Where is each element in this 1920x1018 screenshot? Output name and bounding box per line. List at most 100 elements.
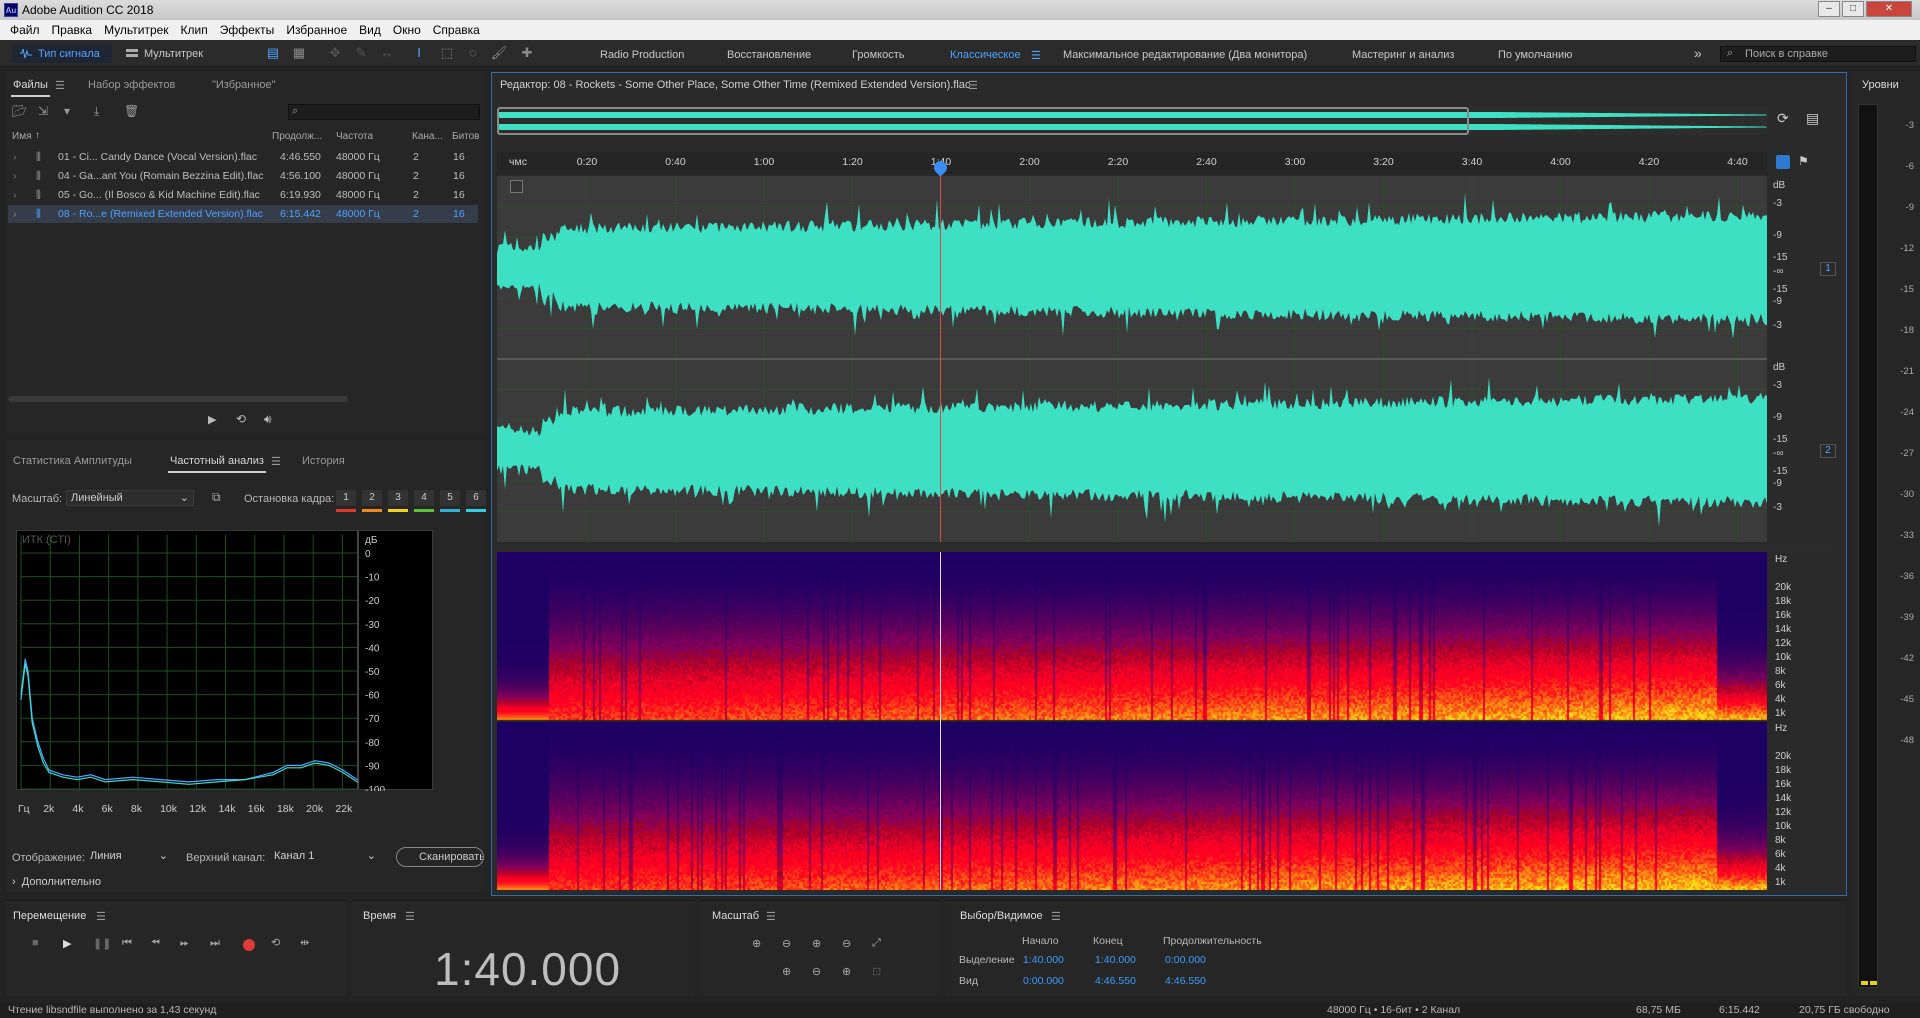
waveform-view-icon[interactable]: ▤ [264, 45, 282, 61]
freeze-graph-icon[interactable]: ⧉ [212, 490, 221, 505]
file-row[interactable]: › ⫼ 04 - Ga...ant You (Romain Bezzina Ed… [8, 167, 478, 185]
more-workspaces-button[interactable]: » [1694, 45, 1702, 61]
zoom-in-point-icon[interactable]: ⊕ [782, 965, 791, 978]
spot-healing-tool-icon[interactable]: ✚ [518, 45, 536, 61]
close-button[interactable]: ✕ [1866, 1, 1912, 17]
zoom-in-amplitude-icon[interactable]: ⊕ [752, 937, 761, 950]
tab-favorites[interactable]: "Избранное" [212, 79, 276, 91]
lasso-tool-icon[interactable]: ◌ [464, 45, 482, 61]
workspace-restoration[interactable]: Восстановление [727, 49, 811, 61]
zoom-in-time-icon[interactable]: ⊕ [812, 937, 821, 950]
col-channels[interactable]: Кана... [412, 131, 443, 142]
selection-menu-icon[interactable]: ☰ [1051, 910, 1061, 923]
play-icon[interactable]: ▶ [63, 937, 71, 950]
col-name[interactable]: Имя [12, 131, 31, 142]
col-duration[interactable]: Продолж... [272, 131, 322, 142]
expand-icon[interactable]: › [13, 151, 17, 163]
marquee-tool-icon[interactable]: ⬚ [438, 45, 456, 61]
editor-menu-icon[interactable]: ☰ [968, 79, 978, 92]
menu-multitrack[interactable]: Мультитрек [98, 23, 174, 37]
skip-to-end-icon[interactable]: ⏭︎ [210, 937, 220, 950]
zoom-selected-channel-icon[interactable]: ⊡ [872, 965, 881, 978]
tab-frequency-analysis[interactable]: Частотный анализ [168, 455, 266, 473]
marker-icon[interactable]: ⚑ [1798, 154, 1809, 168]
menu-edit[interactable]: Правка [46, 23, 99, 37]
workspace-loudness[interactable]: Громкость [852, 49, 904, 61]
time-ruler[interactable]: чмс 0:200:401:001:201:402:002:202:403:00… [497, 152, 1767, 174]
tab-history[interactable]: История [302, 455, 345, 467]
view-start-field[interactable]: 0:00.000 [1023, 975, 1064, 987]
workspace-default[interactable]: По умолчанию [1498, 49, 1572, 61]
record-button[interactable] [243, 939, 255, 951]
display-dropdown[interactable]: Линия ⌄ [86, 849, 172, 865]
zoom-selection-icon[interactable]: ⊕ [842, 965, 851, 978]
waveform-mode-button[interactable]: Тип сигнала [12, 45, 112, 63]
zoom-out-full-icon[interactable]: ⤢ [872, 937, 881, 950]
spectral-view-icon[interactable]: ▦ [290, 45, 308, 61]
view-end-field[interactable]: 4:46.550 [1095, 975, 1136, 987]
zoom-to-selection-icon[interactable]: ⟳ [1777, 110, 1789, 127]
hud-toggle-icon[interactable] [510, 180, 523, 193]
files-panel-menu-icon[interactable]: ☰ [55, 79, 65, 92]
delete-icon[interactable]: 🗑︎ [124, 104, 139, 118]
new-file-icon[interactable]: ▾ [64, 104, 70, 118]
file-row[interactable]: › ⫼ 01 - Ci... Candy Dance (Vocal Versio… [8, 148, 478, 166]
menu-clip[interactable]: Клип [175, 23, 214, 37]
move-tool-icon[interactable]: ✥ [326, 45, 344, 61]
advanced-toggle[interactable]: › Дополнительно [12, 876, 101, 888]
spectral-display[interactable] [497, 552, 1767, 890]
split-divider[interactable] [497, 545, 1836, 552]
freeze-slot-3[interactable]: 3 [388, 490, 408, 506]
tab-amplitude-stats[interactable]: Статистика Амплитуды [13, 455, 132, 467]
zoom-out-point-icon[interactable]: ⊖ [812, 965, 821, 978]
maximize-button[interactable]: □ [1842, 1, 1864, 17]
channel-1-toggle[interactable]: 1 [1820, 262, 1836, 276]
file-row-selected[interactable]: › ⫼ 08 - Ro...e (Remixed Extended Versio… [8, 205, 478, 223]
sel-start-field[interactable]: 1:40.000 [1023, 954, 1064, 966]
menu-favorites[interactable]: Избранное [280, 23, 353, 37]
transport-menu-icon[interactable]: ☰ [96, 910, 106, 923]
loop-playback-icon[interactable]: ⟲ [271, 936, 280, 949]
brush-tool-icon[interactable]: 🖌 [490, 45, 508, 61]
workspace-radio-production[interactable]: Radio Production [600, 49, 684, 61]
workspace-mastering[interactable]: Мастеринг и анализ [1352, 49, 1454, 61]
zoom-out-time-icon[interactable]: ⊖ [842, 937, 851, 950]
multitrack-mode-button[interactable]: Мультитрек [118, 45, 218, 63]
open-file-icon[interactable]: 📂︎ [12, 104, 27, 118]
freeze-slot-4[interactable]: 4 [414, 490, 434, 506]
files-search-input[interactable] [288, 104, 480, 120]
menu-help[interactable]: Справка [427, 23, 486, 37]
freeze-slot-5[interactable]: 5 [440, 490, 460, 506]
insert-multitrack-icon[interactable]: ⤓ [94, 104, 99, 119]
scan-button[interactable]: Сканировать [396, 847, 484, 867]
loop-preview-icon[interactable]: ⟲ [236, 412, 246, 426]
overview-options-icon[interactable]: ▤ [1806, 110, 1819, 127]
razor-tool-icon[interactable]: ✎ [352, 45, 370, 61]
freeze-slot-1[interactable]: 1 [336, 490, 356, 506]
fast-forward-icon[interactable]: ⏩︎ [180, 937, 189, 950]
time-selection-tool-icon[interactable]: I [410, 45, 428, 61]
channel-2-toggle[interactable]: 2 [1820, 444, 1836, 458]
freeze-slot-2[interactable]: 2 [362, 490, 382, 506]
import-file-icon[interactable]: ⇲ [38, 104, 48, 118]
expand-icon[interactable]: › [13, 208, 17, 220]
expand-icon[interactable]: › [13, 170, 17, 182]
tab-effects-rack[interactable]: Набор эффектов [88, 79, 175, 91]
auto-play-icon[interactable]: 🔊︎ [264, 412, 272, 427]
menu-view[interactable]: Вид [353, 23, 387, 37]
snap-icon[interactable] [1776, 155, 1790, 169]
tab-files[interactable]: Файлы [11, 79, 50, 97]
pause-icon[interactable]: ❚❚ [93, 937, 111, 950]
workspace-classic[interactable]: Классическое [950, 49, 1021, 61]
minimize-button[interactable]: – [1818, 1, 1840, 17]
time-menu-icon[interactable]: ☰ [405, 910, 415, 923]
freeze-slot-6[interactable]: 6 [466, 490, 486, 506]
stop-icon[interactable]: ■ [32, 937, 39, 949]
skip-to-start-icon[interactable]: ⏮︎ [122, 937, 132, 950]
help-search-input[interactable]: Поиск в справке [1720, 46, 1916, 62]
file-row[interactable]: › ⫼ 05 - Go... (Il Bosco & Kid Machine E… [8, 186, 478, 204]
overview-viewport-handle[interactable] [497, 107, 1469, 135]
col-bits[interactable]: Битов [452, 131, 480, 142]
workspace-menu-icon[interactable]: ☰ [1031, 49, 1041, 62]
zoom-out-amplitude-icon[interactable]: ⊖ [782, 937, 791, 950]
